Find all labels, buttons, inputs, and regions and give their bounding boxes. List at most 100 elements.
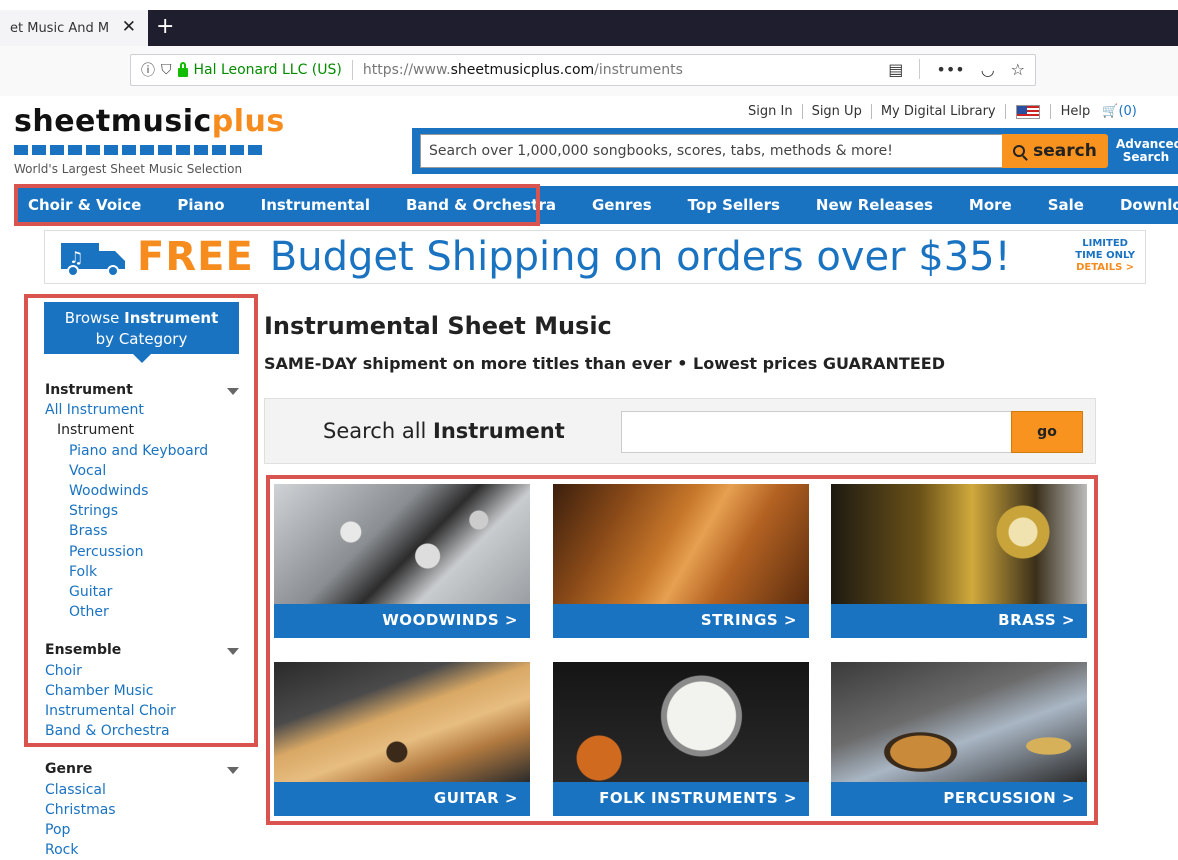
strings-image bbox=[553, 484, 809, 604]
tile-caption: STRINGS > bbox=[553, 604, 809, 638]
tab-title: et Music And M bbox=[10, 20, 110, 36]
instrument-link-folk[interactable]: Folk bbox=[45, 562, 245, 582]
ensemble-link-choir[interactable]: Choir bbox=[45, 661, 245, 681]
divider bbox=[351, 60, 353, 80]
close-tab-icon[interactable]: ✕ bbox=[122, 17, 136, 37]
tile-strings[interactable]: STRINGS > bbox=[553, 484, 809, 638]
tile-woodwinds[interactable]: WOODWINDS > bbox=[274, 484, 530, 638]
url-text[interactable]: https://www.sheetmusicplus.com/instrumen… bbox=[363, 62, 683, 78]
nav-top-sellers[interactable]: Top Sellers bbox=[652, 196, 780, 214]
main-nav: Choir & Voice Piano Instrumental Band & … bbox=[14, 186, 1178, 224]
guitar-image bbox=[274, 662, 530, 782]
tagline: World's Largest Sheet Music Selection bbox=[14, 162, 243, 176]
instrument-link-other[interactable]: Other bbox=[45, 602, 245, 622]
digital-library-link[interactable]: My Digital Library bbox=[872, 104, 1006, 119]
help-link[interactable]: Help bbox=[1049, 104, 1090, 119]
ensemble-filter-header[interactable]: Ensemble bbox=[45, 640, 245, 660]
lock-icon bbox=[177, 61, 188, 77]
all-instrument-link[interactable]: All Instrument bbox=[45, 400, 245, 420]
instrument-link-vocal[interactable]: Vocal bbox=[45, 461, 245, 481]
tile-caption: WOODWINDS > bbox=[274, 604, 530, 638]
instrument-link-woodwinds[interactable]: Woodwinds bbox=[45, 481, 245, 501]
browser-tab-bar: et Music And M ✕ + bbox=[0, 0, 1178, 46]
nav-instrumental[interactable]: Instrumental bbox=[225, 196, 370, 214]
nav-download[interactable]: Download bbox=[1084, 196, 1178, 214]
nav-choir-voice[interactable]: Choir & Voice bbox=[14, 196, 141, 214]
nav-band-orchestra[interactable]: Band & Orchestra bbox=[370, 196, 556, 214]
divider bbox=[919, 59, 921, 79]
shipping-banner[interactable]: ♫ FREE Budget Shipping on orders over $3… bbox=[44, 230, 1146, 284]
ensemble-link-chamber[interactable]: Chamber Music bbox=[45, 681, 245, 701]
search-all-label: Search all Instrument bbox=[323, 419, 565, 443]
search-button[interactable]: search bbox=[1002, 134, 1108, 168]
instrument-filter-header[interactable]: Instrument bbox=[45, 380, 245, 400]
tile-caption: BRASS > bbox=[831, 604, 1087, 638]
logo-dashes bbox=[14, 145, 266, 155]
browser-nav-bar: ⓘ ⛉ Hal Leonard LLC (US) https://www.she… bbox=[0, 46, 1178, 96]
banner-free: FREE bbox=[137, 234, 254, 280]
ensemble-link-instrumental-choir[interactable]: Instrumental Choir bbox=[45, 701, 245, 721]
browse-by-category-header: Browse Instrument by Category bbox=[44, 302, 239, 363]
instrument-link-percussion[interactable]: Percussion bbox=[45, 542, 245, 562]
new-tab-icon[interactable]: + bbox=[156, 14, 174, 39]
reader-view-icon[interactable]: ▤ bbox=[888, 60, 903, 79]
collapse-arrow-icon[interactable] bbox=[227, 648, 239, 656]
site-logo[interactable]: sheetmusicplus bbox=[14, 104, 285, 139]
shield-icon[interactable]: ⛉ bbox=[161, 62, 172, 78]
go-button[interactable]: go bbox=[1011, 411, 1083, 453]
tile-brass[interactable]: BRASS > bbox=[831, 484, 1087, 638]
genre-filter-header[interactable]: Genre bbox=[45, 759, 245, 779]
genre-link-rock[interactable]: Rock bbox=[45, 840, 245, 860]
nav-more[interactable]: More bbox=[933, 196, 1012, 214]
page-title: Instrumental Sheet Music bbox=[264, 312, 612, 340]
instrument-link-strings[interactable]: Strings bbox=[45, 501, 245, 521]
nav-new-releases[interactable]: New Releases bbox=[780, 196, 933, 214]
pocket-icon[interactable]: ◡ bbox=[981, 60, 995, 79]
address-bar[interactable]: ⓘ ⛉ Hal Leonard LLC (US) https://www.she… bbox=[130, 54, 1036, 86]
cart-icon: 🛒 bbox=[1102, 104, 1119, 119]
collapse-arrow-icon[interactable] bbox=[227, 767, 239, 775]
folk-image bbox=[553, 662, 809, 782]
limited-time-badge[interactable]: LIMITED TIME ONLY DETAILS > bbox=[1075, 238, 1135, 274]
sign-up-link[interactable]: Sign Up bbox=[803, 104, 872, 119]
instrument-search-input[interactable] bbox=[621, 411, 1013, 453]
tile-percussion[interactable]: PERCUSSION > bbox=[831, 662, 1087, 816]
woodwinds-image bbox=[274, 484, 530, 604]
banner-text: Budget Shipping on orders over $35! bbox=[269, 234, 1011, 280]
sign-in-link[interactable]: Sign In bbox=[748, 104, 803, 119]
us-flag-icon[interactable] bbox=[1015, 104, 1040, 119]
collapse-arrow-icon[interactable] bbox=[227, 388, 239, 395]
tile-folk-instruments[interactable]: FOLK INSTRUMENTS > bbox=[553, 662, 809, 816]
genre-link-christmas[interactable]: Christmas bbox=[45, 800, 245, 820]
ensemble-link-band-orchestra[interactable]: Band & Orchestra bbox=[45, 721, 245, 741]
bookmark-star-icon[interactable]: ☆ bbox=[1011, 60, 1025, 79]
search-icon bbox=[1013, 145, 1026, 157]
site-search-input[interactable]: Search over 1,000,000 songbooks, scores,… bbox=[420, 134, 1010, 168]
advanced-search-link[interactable]: Advanced Search bbox=[1116, 138, 1178, 164]
genre-link-classical[interactable]: Classical bbox=[45, 780, 245, 800]
tile-guitar[interactable]: GUITAR > bbox=[274, 662, 530, 816]
nav-genres[interactable]: Genres bbox=[556, 196, 652, 214]
cart-link[interactable]: 🛒(0) bbox=[1090, 104, 1137, 119]
site-identity[interactable]: Hal Leonard LLC (US) bbox=[194, 62, 342, 78]
tile-caption: PERCUSSION > bbox=[831, 782, 1087, 816]
category-sidebar: Instrument All Instrument Instrument Pia… bbox=[45, 380, 245, 860]
instrument-link-guitar[interactable]: Guitar bbox=[45, 582, 245, 602]
nav-piano[interactable]: Piano bbox=[141, 196, 224, 214]
brass-image bbox=[831, 484, 1087, 604]
svg-text:♫: ♫ bbox=[69, 248, 83, 267]
instrument-subheader: Instrument bbox=[57, 422, 135, 439]
tile-caption: FOLK INSTRUMENTS > bbox=[553, 782, 809, 816]
nav-sale[interactable]: Sale bbox=[1012, 196, 1084, 214]
more-actions-icon[interactable]: ••• bbox=[936, 60, 964, 79]
site-search-bar: Search over 1,000,000 songbooks, scores,… bbox=[412, 128, 1178, 174]
page-subtitle: SAME-DAY shipment on more titles than ev… bbox=[264, 354, 945, 373]
percussion-image bbox=[831, 662, 1087, 782]
instrument-link-piano[interactable]: Piano and Keyboard bbox=[45, 441, 245, 461]
instrument-link-brass[interactable]: Brass bbox=[45, 521, 245, 541]
instrument-search-box: Search all Instrument go bbox=[264, 398, 1096, 464]
account-links: Sign In Sign Up My Digital Library Help … bbox=[748, 104, 1137, 119]
genre-link-pop[interactable]: Pop bbox=[45, 820, 245, 840]
browser-tab[interactable]: et Music And M ✕ bbox=[0, 10, 148, 46]
info-icon[interactable]: ⓘ bbox=[141, 60, 155, 80]
